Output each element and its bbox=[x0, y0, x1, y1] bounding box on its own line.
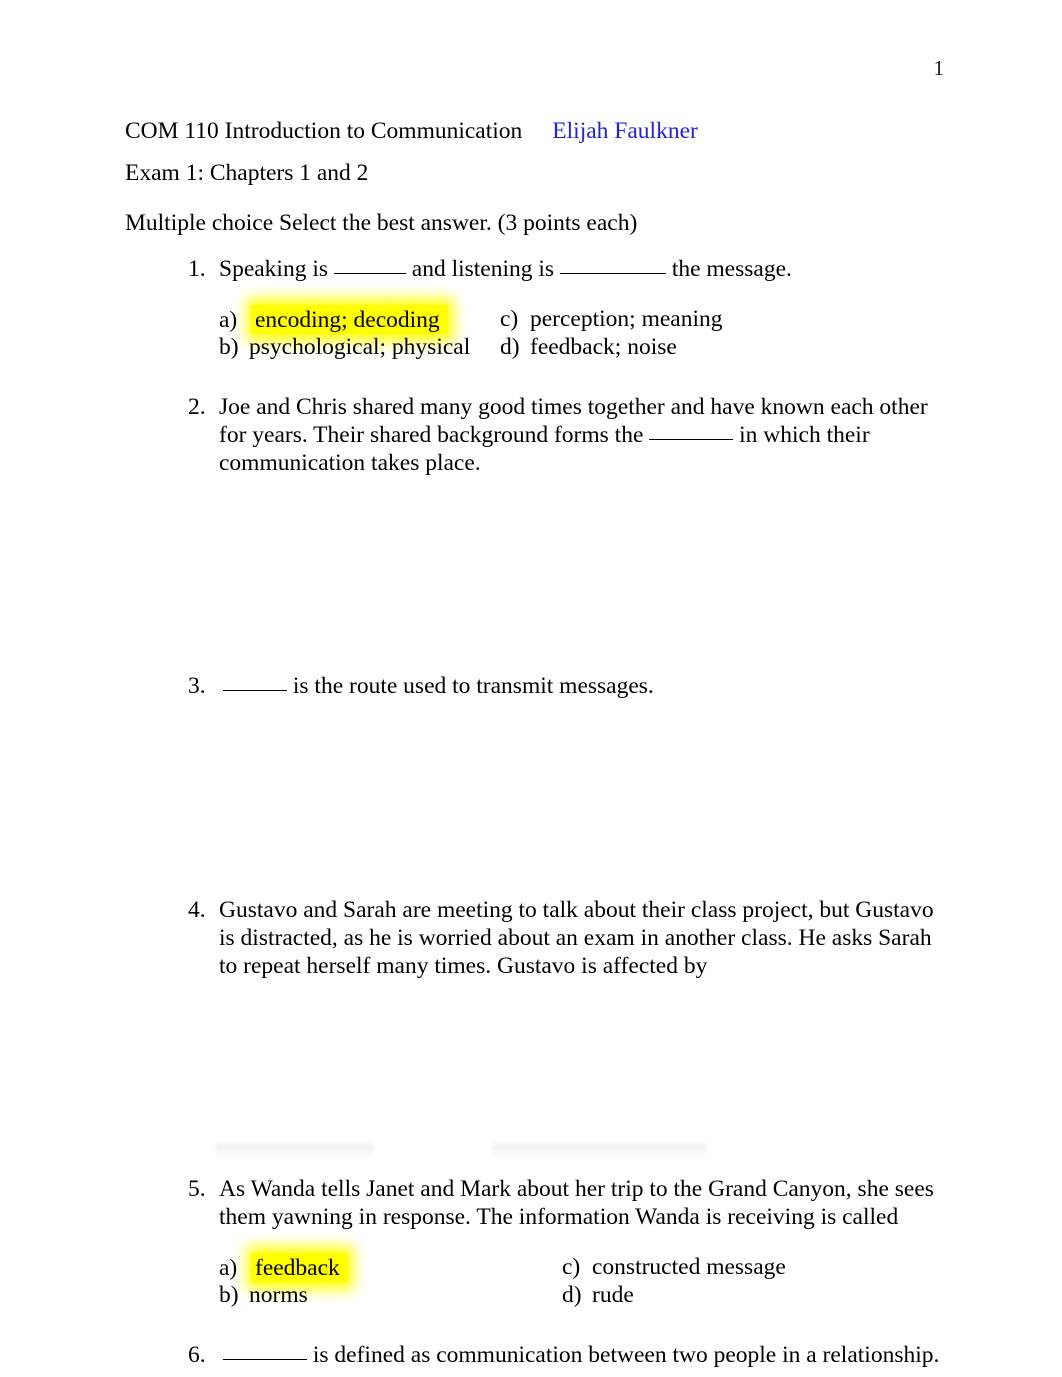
erased-text-remnant-left bbox=[216, 1140, 374, 1158]
option-1a-letter: a) bbox=[219, 307, 238, 333]
option-1c-letter: c) bbox=[500, 306, 519, 332]
question-1-text: Speaking is and listening is the message… bbox=[219, 255, 948, 283]
question-5-row: 5. As Wanda tells Janet and Mark about h… bbox=[188, 1175, 948, 1231]
option-1a-label: encoding; decoding bbox=[255, 307, 440, 333]
option-1d[interactable]: d) feedback; noise bbox=[500, 333, 677, 361]
exam-title: Exam 1: Chapters 1 and 2 bbox=[125, 159, 369, 186]
option-5a-highlight: feedback bbox=[249, 1253, 350, 1283]
question-2-row: 2. Joe and Chris shared many good times … bbox=[188, 393, 948, 477]
page-number: 1 bbox=[933, 56, 945, 80]
exam-document-page: 1 COM 110 Introduction to Communication E… bbox=[0, 0, 1062, 1377]
question-2-number: 2. bbox=[188, 394, 206, 420]
option-5c[interactable]: c) constructed message bbox=[562, 1253, 786, 1281]
student-name: Elijah Faulkner bbox=[552, 118, 698, 144]
option-5a-label: feedback bbox=[255, 1255, 340, 1281]
option-1c[interactable]: c) perception; meaning bbox=[500, 305, 723, 333]
option-5b-letter: b) bbox=[219, 1282, 239, 1308]
option-5d[interactable]: d) rude bbox=[562, 1281, 634, 1309]
question-3-row: 3. is the route used to transmit message… bbox=[188, 672, 948, 700]
option-1a[interactable]: a) encoding; decoding bbox=[219, 305, 450, 335]
option-5d-letter: d) bbox=[562, 1282, 582, 1308]
question-2-text: Joe and Chris shared many good times tog… bbox=[219, 393, 948, 477]
question-5-number: 5. bbox=[188, 1176, 206, 1202]
question-1-text-part3: the message. bbox=[665, 256, 792, 282]
option-5b-label: norms bbox=[249, 1282, 308, 1308]
option-1b-letter: b) bbox=[219, 334, 239, 360]
course-title: COM 110 Introduction to Communication bbox=[125, 118, 523, 144]
option-1c-label: perception; meaning bbox=[530, 306, 723, 332]
exam-instructions: Multiple choice Select the best answer. … bbox=[125, 210, 638, 236]
question-4-text: Gustavo and Sarah are meeting to talk ab… bbox=[219, 897, 934, 979]
question-1-text-part1: Speaking is bbox=[219, 256, 334, 282]
question-item-5: 5. As Wanda tells Janet and Mark about h… bbox=[188, 1175, 948, 1311]
question-1-number: 1. bbox=[188, 256, 206, 282]
question-1-text-part2: and listening is bbox=[405, 256, 560, 282]
erased-text-remnant-right bbox=[492, 1140, 707, 1158]
option-5c-label: constructed message bbox=[592, 1254, 786, 1280]
question-6-number: 6. bbox=[188, 1342, 206, 1368]
question-5-text: As Wanda tells Janet and Mark about her … bbox=[219, 1176, 934, 1230]
fill-in-blank bbox=[559, 273, 666, 274]
question-1-row: 1. Speaking is and listening is the mess… bbox=[188, 255, 948, 283]
option-5b[interactable]: b) norms bbox=[219, 1281, 308, 1309]
question-4-number: 4. bbox=[188, 897, 206, 923]
fill-in-blank bbox=[223, 690, 287, 691]
option-5a-letter: a) bbox=[219, 1255, 238, 1281]
document-header: COM 110 Introduction to Communication Eli… bbox=[125, 118, 955, 236]
question-item-1: 1. Speaking is and listening is the mess… bbox=[188, 255, 948, 363]
option-1d-label: feedback; noise bbox=[530, 334, 677, 360]
question-1-options: a) encoding; decoding b) psychological; ph… bbox=[188, 305, 948, 363]
question-3-text: is the route used to transmit messages. bbox=[219, 672, 948, 700]
option-1b[interactable]: b) psychological; physical bbox=[219, 333, 470, 361]
fill-in-blank bbox=[223, 1359, 307, 1360]
option-1d-letter: d) bbox=[500, 334, 520, 360]
question-4-row: 4. Gustavo and Sarah are meeting to talk… bbox=[188, 896, 948, 980]
course-title-line: COM 110 Introduction to Communication Eli… bbox=[125, 118, 955, 144]
question-3-number: 3. bbox=[188, 673, 206, 699]
option-5d-label: rude bbox=[592, 1282, 634, 1308]
question-item-6: 6. is defined as communication between t… bbox=[188, 1341, 948, 1369]
question-item-3: 3. is the route used to transmit message… bbox=[188, 672, 948, 700]
question-5-options: a) feedback b) norms c) constructed message… bbox=[188, 1253, 948, 1311]
option-1a-highlight: encoding; decoding bbox=[249, 305, 450, 335]
question-item-4: 4. Gustavo and Sarah are meeting to talk… bbox=[188, 896, 948, 980]
option-5a[interactable]: a) feedback bbox=[219, 1253, 350, 1283]
fill-in-blank bbox=[649, 439, 734, 440]
question-3-text-part2: is the route used to transmit messages. bbox=[287, 673, 654, 699]
question-6-text-part2: is defined as communication between two … bbox=[307, 1342, 940, 1368]
option-5c-letter: c) bbox=[562, 1254, 581, 1280]
option-1b-label: psychological; physical bbox=[249, 334, 471, 360]
question-item-2: 2. Joe and Chris shared many good times … bbox=[188, 393, 948, 477]
question-6-row: 6. is defined as communication between t… bbox=[188, 1341, 948, 1369]
fill-in-blank bbox=[333, 273, 406, 274]
question-6-text: is defined as communication between two … bbox=[219, 1341, 948, 1369]
